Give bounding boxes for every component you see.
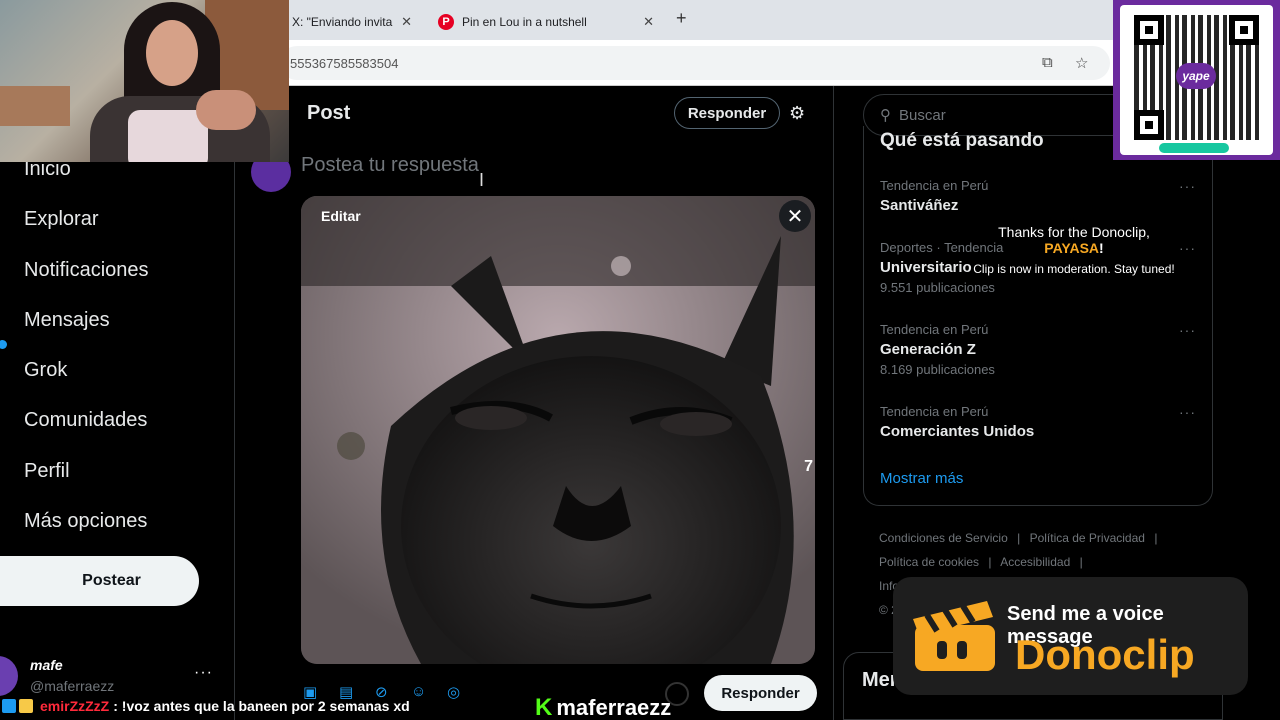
reply-button-top[interactable]: Responder bbox=[674, 97, 780, 129]
more-icon[interactable]: ··· bbox=[1179, 322, 1196, 338]
cat-photo bbox=[301, 196, 815, 664]
trend-name: Generación Z bbox=[880, 341, 976, 358]
donoclip-banner: Send me a voice message Donoclip bbox=[893, 577, 1248, 695]
donoclip-logo-text: Donoclip bbox=[1015, 631, 1195, 678]
yape-qr-overlay: yape bbox=[1113, 0, 1280, 160]
nav-communities[interactable]: Comunidades bbox=[24, 409, 147, 432]
post-column: Post Responder ⚙ Postea tu respuesta I E… bbox=[234, 86, 834, 720]
trend-meta: Tendencia en Perú bbox=[880, 404, 989, 419]
footer-separator: | bbox=[1154, 531, 1158, 545]
nav-explore[interactable]: Explorar bbox=[24, 208, 98, 231]
chat-username: emirZzZzZ bbox=[40, 698, 110, 714]
trend-item[interactable]: Tendencia en Perú Generación Z 8.169 pub… bbox=[880, 322, 1200, 377]
chat-separator: : bbox=[113, 698, 118, 714]
url-field[interactable]: 555367585583504 bbox=[280, 46, 1110, 80]
trend-item[interactable]: Tendencia en Perú Santiváñez ··· bbox=[880, 178, 1200, 214]
trend-meta: Tendencia en Perú bbox=[880, 178, 989, 193]
chat-text: !voz antes que la baneen por 2 semanas x… bbox=[121, 698, 410, 714]
qr-finder bbox=[1134, 15, 1164, 45]
media-side-number: 7 bbox=[804, 458, 813, 475]
tab-label: Pin en Lou in a nutshell bbox=[462, 15, 587, 29]
footer-link[interactable]: Política de cookies bbox=[879, 555, 979, 569]
footer-separator: | bbox=[1079, 555, 1083, 569]
post-button[interactable]: Postear bbox=[0, 556, 199, 606]
tab-close-icon[interactable]: ✕ bbox=[643, 14, 654, 30]
kick-handle: maferraezz bbox=[556, 695, 672, 720]
trend-count: 8.169 publicaciones bbox=[880, 362, 995, 377]
donoclip-bang: ! bbox=[1099, 240, 1104, 256]
nav-profile[interactable]: Perfil bbox=[24, 460, 70, 483]
webcam-shirt bbox=[128, 110, 208, 162]
account-more-icon[interactable]: ··· bbox=[194, 664, 213, 682]
qr-finder bbox=[1134, 110, 1164, 140]
sliders-icon[interactable]: ⚙ bbox=[789, 103, 805, 124]
trend-name: Comerciantes Unidos bbox=[880, 423, 1035, 440]
more-icon[interactable]: ··· bbox=[1179, 178, 1196, 194]
remove-media-icon[interactable]: ✕ bbox=[779, 200, 811, 232]
attached-media[interactable]: Editar ✕ 7 bbox=[301, 196, 815, 664]
webcam-shelf bbox=[0, 86, 70, 126]
clapperboard-icon bbox=[913, 601, 995, 671]
notification-dot bbox=[0, 340, 7, 349]
nav-messages[interactable]: Mensajes bbox=[24, 309, 110, 332]
stream-chat-message: emirZzZzZ : !voz antes que la baneen por… bbox=[0, 694, 900, 718]
donoclip-moderation: Clip is now in moderation. Stay tuned! bbox=[973, 262, 1175, 276]
pinterest-icon: P bbox=[438, 14, 454, 30]
account-avatar[interactable] bbox=[0, 656, 18, 696]
show-more-link[interactable]: Mostrar más bbox=[880, 470, 963, 487]
yape-logo: yape bbox=[1176, 63, 1216, 89]
trends-title: Qué está pasando bbox=[880, 130, 1044, 151]
text-cursor-icon: I bbox=[479, 170, 485, 190]
webcam-hand bbox=[196, 90, 256, 130]
install-app-icon[interactable]: ⧉ bbox=[1042, 54, 1053, 71]
nav-more-options[interactable]: Más opciones bbox=[24, 510, 147, 533]
page-title: Post bbox=[307, 102, 351, 124]
chat-badge-icon bbox=[19, 699, 33, 713]
trend-meta: Tendencia en Perú bbox=[880, 322, 989, 337]
trend-count: 9.551 publicaciones bbox=[880, 280, 995, 295]
edit-media-button[interactable]: Editar bbox=[321, 208, 361, 224]
qr-label-tag bbox=[1159, 143, 1229, 153]
tab-label: X: "Enviando invita bbox=[292, 15, 393, 29]
kick-watermark: K maferraezz bbox=[535, 694, 671, 720]
tab-close-icon[interactable]: ✕ bbox=[401, 14, 412, 30]
footer-separator: | bbox=[1017, 531, 1021, 545]
donoclip-sender: PAYASA! bbox=[958, 240, 1190, 256]
reply-input[interactable]: Postea tu respuesta bbox=[301, 154, 479, 177]
trend-name: Santiváñez bbox=[880, 197, 959, 214]
trend-item[interactable]: Tendencia en Perú Comerciantes Unidos ··… bbox=[880, 404, 1200, 440]
trends-panel: Qué está pasando Tendencia en Perú Santi… bbox=[863, 126, 1213, 506]
search-icon: ⚲ bbox=[880, 107, 891, 124]
more-icon[interactable]: ··· bbox=[1179, 404, 1196, 420]
footer-link[interactable]: Accesibilidad bbox=[1000, 555, 1070, 569]
url-text: 555367585583504 bbox=[290, 55, 399, 71]
left-navigation: Inicio Explorar Notificaciones Mensajes … bbox=[0, 86, 234, 720]
qr-finder bbox=[1229, 15, 1259, 45]
chat-badge-icon bbox=[2, 699, 16, 713]
bookmark-star-icon[interactable]: ☆ bbox=[1075, 54, 1088, 72]
browser-tab-x[interactable]: X: "Enviando invita ✕ bbox=[282, 4, 422, 40]
account-name: mafe bbox=[30, 657, 63, 673]
account-handle: @maferraezz bbox=[30, 678, 115, 694]
nav-notifications[interactable]: Notificaciones bbox=[24, 259, 149, 282]
footer-separator: | bbox=[988, 555, 992, 569]
nav-grok[interactable]: Grok bbox=[24, 359, 67, 382]
new-tab-button[interactable]: + bbox=[676, 8, 687, 29]
kick-logo-icon: K bbox=[535, 694, 553, 720]
donoclip-thanks: Thanks for the Donoclip, bbox=[998, 224, 1150, 240]
search-placeholder: Buscar bbox=[899, 106, 946, 124]
qr-code: yape bbox=[1120, 5, 1273, 155]
donoclip-alert: Thanks for the Donoclip, PAYASA! Clip is… bbox=[958, 224, 1190, 276]
footer-link[interactable]: Política de Privacidad bbox=[1030, 531, 1145, 545]
browser-tab-pinterest[interactable]: P Pin en Lou in a nutshell ✕ bbox=[428, 4, 664, 40]
footer-link[interactable]: Condiciones de Servicio bbox=[879, 531, 1008, 545]
webcam-overlay bbox=[0, 0, 289, 162]
webcam-face bbox=[146, 20, 198, 86]
donoclip-sender-name: PAYASA bbox=[1044, 240, 1100, 256]
